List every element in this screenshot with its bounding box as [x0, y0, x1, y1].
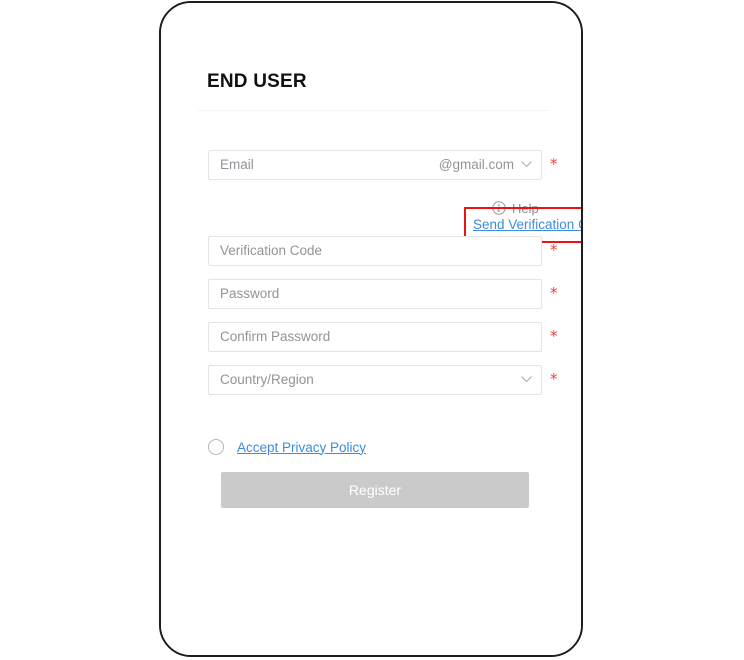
password-placeholder: Password	[220, 286, 280, 301]
email-field-row: Email @gmail.com *	[208, 150, 558, 180]
country-region-required-marker: *	[550, 370, 558, 388]
country-region-placeholder: Country/Region	[220, 372, 314, 387]
country-region-field-row: Country/Region *	[208, 365, 558, 395]
email-required-marker: *	[550, 155, 558, 173]
chevron-down-icon-email[interactable]	[521, 161, 532, 168]
email-placeholder: Email	[220, 157, 254, 172]
verification-code-placeholder: Verification Code	[220, 243, 323, 258]
verification-code-required-marker: *	[550, 241, 558, 259]
accept-privacy-checkbox[interactable]	[208, 439, 224, 455]
send-verification-code-link[interactable]: Send Verification Code	[473, 217, 581, 232]
chevron-down-icon-country[interactable]	[521, 376, 532, 383]
password-required-marker: *	[550, 284, 558, 302]
register-button[interactable]: Register	[221, 472, 529, 508]
confirm-password-placeholder: Confirm Password	[220, 329, 331, 344]
privacy-policy-row: Accept Privacy Policy	[208, 437, 366, 457]
confirm-password-field-row: Confirm Password *	[208, 322, 558, 352]
app-screen: END USER Email @gmail.com * Help Send Ve…	[161, 3, 581, 655]
page-title: END USER	[207, 71, 307, 92]
accept-privacy-policy-link[interactable]: Accept Privacy Policy	[237, 440, 366, 455]
header-divider	[198, 110, 548, 111]
verification-code-field-row: Verification Code *	[208, 236, 558, 266]
phone-frame: END USER Email @gmail.com * Help Send Ve…	[159, 1, 583, 657]
password-field-row: Password *	[208, 279, 558, 309]
confirm-password-required-marker: *	[550, 327, 558, 345]
email-domain-value: @gmail.com	[438, 157, 514, 172]
